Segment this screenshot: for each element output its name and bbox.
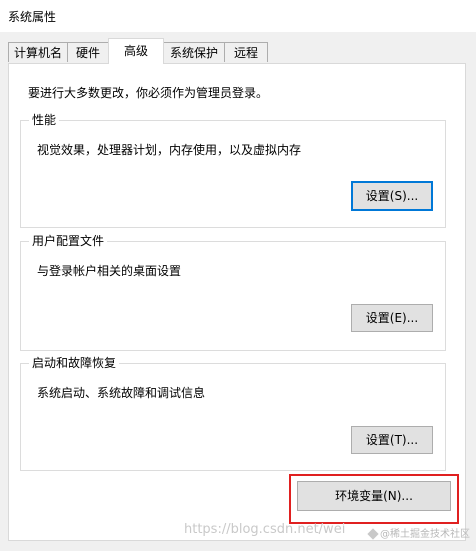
watermark-site: @稀土掘金技术社区 — [367, 525, 470, 540]
gem-icon — [367, 528, 379, 540]
tab-remote[interactable]: 远程 — [224, 42, 268, 62]
user-profiles-legend: 用户配置文件 — [29, 233, 108, 249]
admin-note: 要进行大多数更改，你必须作为管理员登录。 — [28, 86, 269, 100]
tab-hardware[interactable]: 硬件 — [67, 42, 109, 62]
startup-recovery-settings-button[interactable]: 设置(T)... — [351, 426, 433, 454]
watermark-site-label: @稀土掘金技术社区 — [380, 529, 470, 540]
highlight-box — [289, 474, 459, 524]
startup-recovery-group: 启动和故障恢复 系统启动、系统故障和调试信息 设置(T)... — [20, 355, 446, 471]
tab-system-protection[interactable]: 系统保护 — [163, 42, 225, 62]
tab-advanced[interactable]: 高级 — [108, 38, 164, 64]
tab-computer-name[interactable]: 计算机名 — [8, 42, 68, 62]
watermark-url: https://blog.csdn.net/wei — [184, 522, 346, 537]
startup-recovery-description: 系统启动、系统故障和调试信息 — [37, 386, 206, 400]
user-profiles-settings-button[interactable]: 设置(E)... — [351, 304, 433, 332]
title-bar: 系统属性 — [0, 0, 476, 32]
startup-recovery-legend: 启动和故障恢复 — [29, 355, 120, 371]
performance-description: 视觉效果，处理器计划，内存使用，以及虚拟内存 — [37, 143, 302, 157]
user-profiles-group: 用户配置文件 与登录帐户相关的桌面设置 设置(E)... — [20, 233, 446, 351]
tab-strip: 计算机名 硬件 高级 系统保护 远程 — [0, 38, 476, 64]
performance-group: 性能 视觉效果，处理器计划，内存使用，以及虚拟内存 设置(S)... — [20, 112, 446, 228]
performance-legend: 性能 — [29, 112, 60, 128]
user-profiles-description: 与登录帐户相关的桌面设置 — [37, 264, 182, 278]
performance-settings-button[interactable]: 设置(S)... — [351, 181, 433, 211]
window-title: 系统属性 — [8, 10, 57, 24]
